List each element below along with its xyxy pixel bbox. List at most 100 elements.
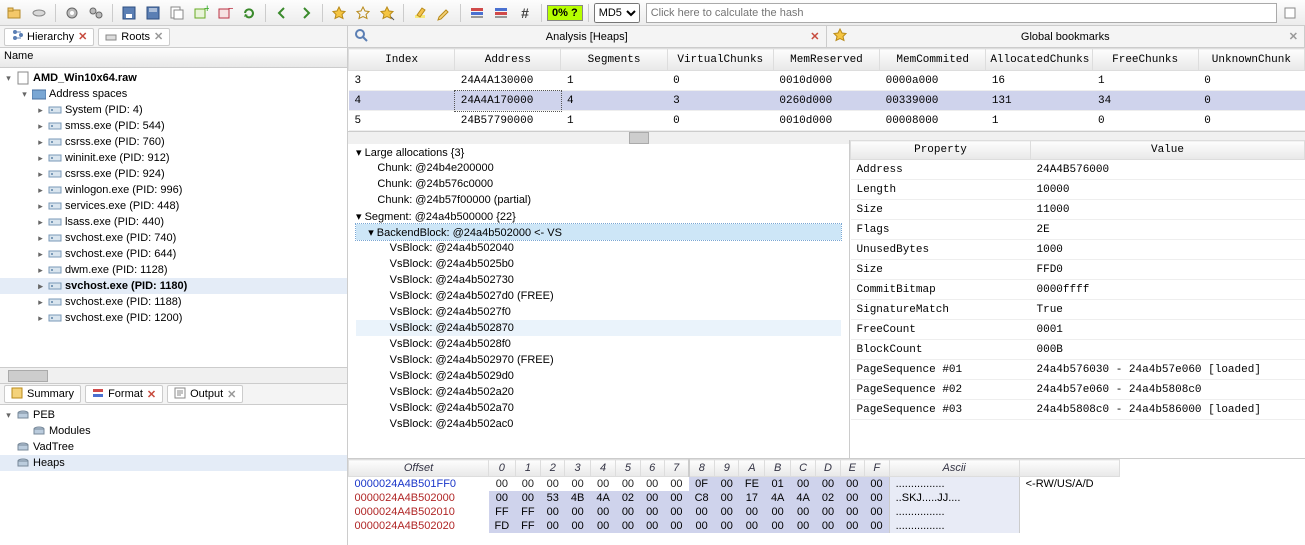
close-icon[interactable]: ✕ <box>227 388 236 401</box>
hash-algorithm-select[interactable]: MD5 <box>594 3 640 23</box>
process-row[interactable]: ▸svchost.exe (PID: 740) <box>0 230 347 246</box>
alloc-row[interactable]: ▾ Segment: @24a4b500000 {22} <box>356 208 841 224</box>
close-icon[interactable]: ✕ <box>78 30 87 43</box>
process-row[interactable]: ▸svchost.exe (PID: 1200) <box>0 310 347 326</box>
back-icon[interactable] <box>271 2 293 24</box>
close-icon[interactable]: ✕ <box>1289 30 1298 43</box>
tab-roots[interactable]: Roots ✕ <box>98 28 170 46</box>
process-row[interactable]: ▸csrss.exe (PID: 924) <box>0 166 347 182</box>
tab-format[interactable]: Format ✕ <box>85 385 163 403</box>
grid-column-header[interactable]: VirtualChunks <box>667 49 773 71</box>
process-tree[interactable]: ▾ AMD_Win10x64.raw ▾ Address spaces ▸Sys… <box>0 68 347 367</box>
property-row[interactable]: PageSequence #0324a4b5808c0 - 24a4b58600… <box>851 400 1305 420</box>
alloc-row[interactable]: VsBlock: @24a4b502970 (FREE) <box>356 352 841 368</box>
grid-row[interactable]: 424A4A170000430260d00000339000131340 <box>349 91 1305 111</box>
format-peb[interactable]: ▾PEB <box>0 407 347 423</box>
gear-icon[interactable] <box>61 2 83 24</box>
grid-column-header[interactable]: Index <box>349 49 455 71</box>
bookmark-add-icon[interactable] <box>328 2 350 24</box>
grid-column-header[interactable]: Segments <box>561 49 667 71</box>
hash-result-field[interactable] <box>646 3 1277 23</box>
alloc-row[interactable]: Chunk: @24b4e200000 <box>356 160 841 176</box>
struct-blue-icon[interactable] <box>490 2 512 24</box>
highlight-icon[interactable] <box>409 2 431 24</box>
close-icon[interactable]: ✕ <box>154 30 163 43</box>
alloc-row[interactable]: VsBlock: @24a4b5025b0 <box>356 256 841 272</box>
grid-column-header[interactable]: FreeChunks <box>1092 49 1198 71</box>
heaps-grid[interactable]: IndexAddressSegmentsVirtualChunksMemRese… <box>348 48 1305 131</box>
property-row[interactable]: UnusedBytes1000 <box>851 240 1305 260</box>
refresh-icon[interactable] <box>238 2 260 24</box>
process-row[interactable]: ▸services.exe (PID: 448) <box>0 198 347 214</box>
grid-column-header[interactable]: MemCommited <box>880 49 986 71</box>
hex-row[interactable]: 0000024A4B502010FFFF00000000000000000000… <box>349 505 1120 519</box>
process-row[interactable]: ▸lsass.exe (PID: 440) <box>0 214 347 230</box>
tab-global-bookmarks[interactable]: Global bookmarks ✕ <box>827 26 1305 47</box>
alloc-row[interactable]: VsBlock: @24a4b5029d0 <box>356 368 841 384</box>
alloc-row[interactable]: ▾ BackendBlock: @24a4b502000 <- VS <box>356 224 841 240</box>
grid-column-header[interactable]: UnknownChunk <box>1198 49 1304 71</box>
format-heaps[interactable]: Heaps <box>0 455 347 471</box>
property-row[interactable]: CommitBitmap0000ffff <box>851 280 1305 300</box>
property-row[interactable]: Size11000 <box>851 200 1305 220</box>
tree-header-name[interactable]: Name <box>0 48 347 68</box>
alloc-row[interactable]: Chunk: @24b57f00000 (partial) <box>356 192 841 208</box>
property-row[interactable]: PageSequence #0224a4b57e060 - 24a4b5808c… <box>851 380 1305 400</box>
add-region-icon[interactable]: + <box>190 2 212 24</box>
grid-column-header[interactable]: MemReserved <box>773 49 879 71</box>
gears-icon[interactable] <box>85 2 107 24</box>
alloc-row[interactable]: VsBlock: @24a4b5028f0 <box>356 336 841 352</box>
tab-output[interactable]: Output ✕ <box>167 385 243 403</box>
process-row[interactable]: ▸System (PID: 4) <box>0 102 347 118</box>
property-row[interactable]: SignatureMatchTrue <box>851 300 1305 320</box>
tree-root[interactable]: ▾ AMD_Win10x64.raw <box>0 70 347 86</box>
hex-row[interactable]: 0000024A4B502020FDFF00000000000000000000… <box>349 519 1120 533</box>
folder-open-icon[interactable] <box>4 2 26 24</box>
alloc-row[interactable]: VsBlock: @24a4b502a70 <box>356 400 841 416</box>
alloc-row[interactable]: VsBlock: @24a4b5027d0 (FREE) <box>356 288 841 304</box>
property-row[interactable]: Flags2E <box>851 220 1305 240</box>
property-row[interactable]: FreeCount0001 <box>851 320 1305 340</box>
allocation-tree[interactable]: ▾ Large allocations {3} Chunk: @24b4e200… <box>348 140 850 458</box>
alloc-row[interactable]: VsBlock: @24a4b502a20 <box>356 384 841 400</box>
alloc-row[interactable]: VsBlock: @24a4b502040 <box>356 240 841 256</box>
property-row[interactable]: BlockCount000B <box>851 340 1305 360</box>
close-icon[interactable]: ✕ <box>147 388 156 401</box>
grid-column-header[interactable]: AllocatedChunks <box>986 49 1092 71</box>
alloc-row[interactable]: VsBlock: @24a4b502ac0 <box>356 416 841 432</box>
alloc-row[interactable]: ▾ Large allocations {3} <box>356 144 841 160</box>
tab-analysis-heaps[interactable]: Analysis [Heaps] ✕ <box>348 26 827 47</box>
process-row[interactable]: ▸smss.exe (PID: 544) <box>0 118 347 134</box>
process-row[interactable]: ▸dwm.exe (PID: 1128) <box>0 262 347 278</box>
struct-red-icon[interactable] <box>466 2 488 24</box>
process-row[interactable]: ▸svchost.exe (PID: 1188) <box>0 294 347 310</box>
hex-view[interactable]: Offset0123456789ABCDEFAscii 0000024A4B50… <box>348 459 1305 545</box>
close-icon[interactable]: ✕ <box>810 30 819 43</box>
process-row[interactable]: ▸svchost.exe (PID: 644) <box>0 246 347 262</box>
format-tree[interactable]: ▾PEB Modules VadTree Heaps <box>0 405 347 545</box>
alloc-row[interactable]: VsBlock: @24a4b5027f0 <box>356 304 841 320</box>
format-vadtree[interactable]: VadTree <box>0 439 347 455</box>
process-row[interactable]: ▸svchost.exe (PID: 1180) <box>0 278 347 294</box>
hex-row[interactable]: 0000024A4B501FF000000000000000000F00FE01… <box>349 477 1120 492</box>
process-row[interactable]: ▸wininit.exe (PID: 912) <box>0 150 347 166</box>
save-icon[interactable] <box>118 2 140 24</box>
save-region-icon[interactable] <box>142 2 164 24</box>
hex-row[interactable]: 0000024A4B5020000000534B4A020000C800174A… <box>349 491 1120 505</box>
format-modules[interactable]: Modules <box>0 423 347 439</box>
bookmark-goto-icon[interactable] <box>376 2 398 24</box>
disk-open-icon[interactable] <box>28 2 50 24</box>
process-row[interactable]: ▸csrss.exe (PID: 760) <box>0 134 347 150</box>
hash-symbol-icon[interactable]: # <box>514 2 536 24</box>
grid-column-header[interactable]: Address <box>455 49 561 71</box>
remove-region-icon[interactable]: − <box>214 2 236 24</box>
grid-row[interactable]: 524B57790000100010d00000008000100 <box>349 111 1305 131</box>
tree-hscrollbar[interactable] <box>0 367 347 383</box>
process-row[interactable]: ▸winlogon.exe (PID: 996) <box>0 182 347 198</box>
property-row[interactable]: PageSequence #0124a4b576030 - 24a4b57e06… <box>851 360 1305 380</box>
edit-icon[interactable] <box>433 2 455 24</box>
grid-row[interactable]: 324A4A130000100010d0000000a0001610 <box>349 71 1305 91</box>
alloc-row[interactable]: VsBlock: @24a4b502730 <box>356 272 841 288</box>
hash-copy-icon[interactable] <box>1279 2 1301 24</box>
alloc-row[interactable]: Chunk: @24b576c0000 <box>356 176 841 192</box>
